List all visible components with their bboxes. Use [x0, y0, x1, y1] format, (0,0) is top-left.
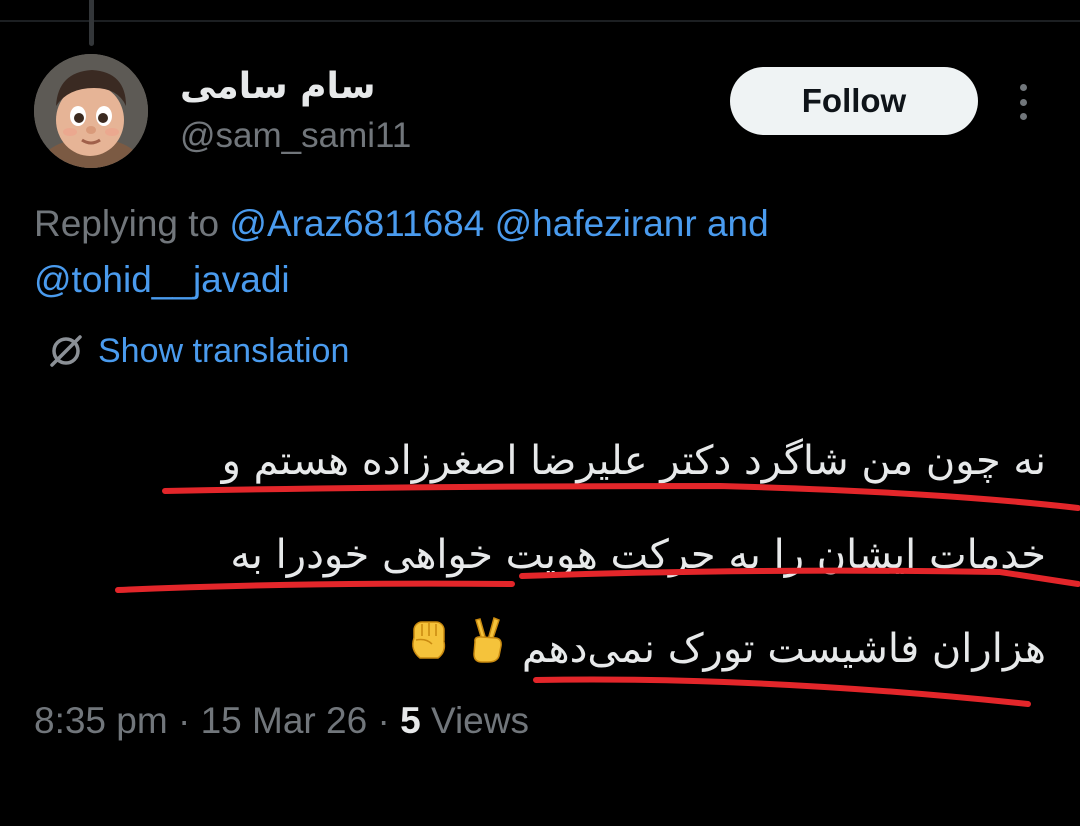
views-count[interactable]: 5	[400, 700, 421, 741]
top-divider	[0, 20, 1080, 22]
tweet-text: نه چون من شاگرد دکتر علیرضا اصغرزاده هست…	[106, 414, 1046, 698]
tweet-meta: 8:35 pm · 15 Mar 26 · 5 Views	[34, 700, 529, 742]
victory-hand-emoji	[466, 604, 508, 698]
show-translation-button[interactable]: Show translation	[46, 328, 349, 374]
replying-to: Replying to @Araz6811684 @hafeziranr and…	[34, 196, 1044, 308]
tweet-line-3-text: هزاران فاشیست تورک نمی‌دهم	[521, 626, 1046, 672]
replying-prefix: Replying to	[34, 203, 220, 244]
mention-tohid[interactable]: @tohid__javadi	[34, 259, 290, 300]
tweet-line-1: نه چون من شاگرد دکتر علیرضا اصغرزاده هست…	[221, 438, 1046, 484]
meta-separator-2: ·	[377, 700, 390, 741]
tweet-time[interactable]: 8:35 pm	[34, 700, 168, 741]
meta-separator-1: ·	[177, 700, 191, 741]
mention-araz[interactable]: @Araz6811684	[229, 203, 484, 244]
avatar-image	[34, 54, 148, 168]
tweet-line-2: خدمات ایشان را به حرکت هویت خواهی خودرا …	[230, 532, 1046, 578]
author-display-name[interactable]: سام سامی	[180, 66, 375, 107]
more-options-icon[interactable]	[1012, 84, 1034, 120]
views-label[interactable]: Views	[431, 700, 529, 741]
follow-button[interactable]: Follow	[730, 67, 978, 135]
raised-fist-emoji	[406, 604, 452, 698]
thread-connector-line	[89, 0, 94, 46]
show-translation-label: Show translation	[98, 331, 350, 370]
mention-joiner: and	[706, 203, 769, 244]
mention-hafeziranr[interactable]: @hafeziranr	[495, 203, 697, 244]
avatar[interactable]	[34, 54, 148, 168]
tweet-date[interactable]: 15 Mar 26	[201, 700, 368, 741]
tweet-line-3: هزاران فاشیست تورک نمی‌دهم	[106, 602, 1046, 698]
translate-globe-icon	[50, 335, 82, 367]
author-handle[interactable]: @sam_sami11	[180, 116, 411, 156]
